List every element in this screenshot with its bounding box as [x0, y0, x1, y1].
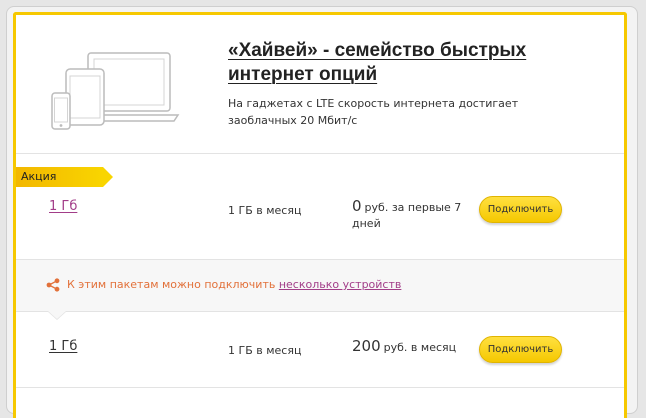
- devices-link[interactable]: несколько устройств: [279, 278, 402, 291]
- devices-icon: [51, 52, 180, 130]
- price-note: руб. в месяц: [383, 341, 457, 354]
- notice-label: К этим пакетам можно подключить: [67, 278, 276, 291]
- tariff-volume: 1 ГБ в месяц: [228, 204, 302, 217]
- connect-button[interactable]: Подключить: [479, 196, 562, 223]
- multi-device-notice: К этим пакетам можно подключить нескольк…: [16, 260, 624, 312]
- tariff-card: «Хайвей» - семейство быстрых интернет оп…: [13, 12, 627, 418]
- page-subtitle: На гаджетах с LTE скорость интернета дос…: [228, 97, 519, 127]
- notice-text: К этим пакетам можно подключить нескольк…: [67, 278, 401, 291]
- divider: [16, 387, 624, 388]
- tariff-price: 200 руб. в месяц: [352, 338, 472, 356]
- price-value: 0: [352, 197, 362, 215]
- tariff-row: 1 Гб 1 ГБ в месяц 200 руб. в месяц Подклю…: [16, 325, 624, 395]
- card-header: «Хайвей» - семейство быстрых интернет оп…: [16, 15, 624, 153]
- notice-pointer-fill: [48, 311, 66, 319]
- tariff-price: 0 руб. за первые 7 дней: [352, 198, 472, 232]
- divider: [16, 153, 624, 154]
- tariff-name-link[interactable]: 1 Гб: [49, 339, 77, 354]
- price-note: руб. за первые 7 дней: [352, 201, 462, 230]
- connect-button[interactable]: Подключить: [479, 336, 562, 363]
- tariff-volume: 1 ГБ в месяц: [228, 344, 302, 357]
- price-value: 200: [352, 337, 381, 355]
- tariff-row: 1 Гб 1 ГБ в месяц 0 руб. за первые 7 дней…: [16, 185, 624, 255]
- share-icon: [46, 278, 60, 292]
- page-title[interactable]: «Хайвей» - семейство быстрых интернет оп…: [228, 39, 608, 87]
- promo-badge: Акция: [16, 167, 113, 187]
- tariff-name-link[interactable]: 1 Гб: [49, 199, 77, 214]
- divider: [16, 311, 624, 312]
